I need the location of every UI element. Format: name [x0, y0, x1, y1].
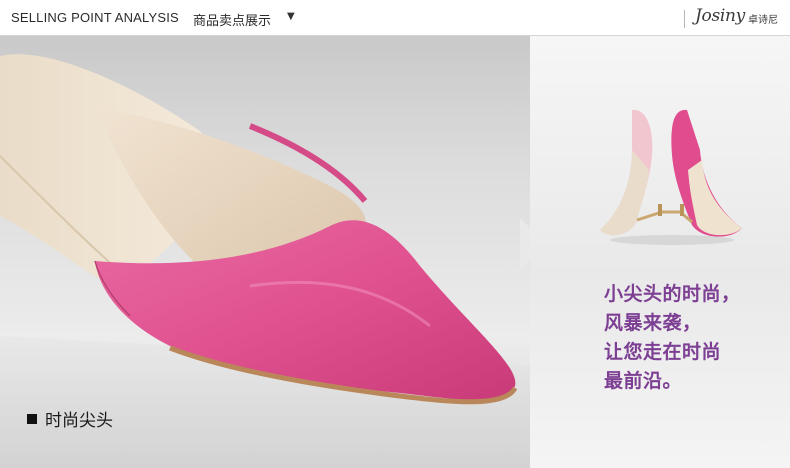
shoe-closeup-illustration: [0, 54, 545, 468]
black-square-icon: [27, 414, 37, 424]
section-title-cn[interactable]: 商品卖点展示: [193, 10, 271, 29]
promo-copy: 小尖头的时尚， 风暴来袭， 让您走在时尚 最前沿。: [604, 280, 741, 396]
product-page: SELLING POINT ANALYSIS 商品卖点展示 ▼ Josiny 卓…: [0, 0, 790, 468]
feature-caption: 时尚尖头: [27, 406, 113, 431]
promo-line: 风暴来袭，: [604, 312, 702, 334]
promo-line: 最前沿。: [604, 370, 683, 392]
promo-line: 小尖头的时尚，: [604, 283, 741, 305]
section-header: SELLING POINT ANALYSIS 商品卖点展示 ▼ Josiny 卓…: [0, 0, 790, 36]
brand-divider: [684, 10, 685, 28]
section-title-en: SELLING POINT ANALYSIS: [11, 10, 179, 25]
brand-logo: Josiny: [695, 6, 745, 26]
feature-caption-text: 时尚尖头: [45, 411, 113, 431]
shoe-pair-thumbnail: [600, 109, 742, 245]
triangle-down-icon[interactable]: ▼: [287, 11, 295, 22]
shoe-closeup-image: [0, 36, 545, 468]
brand-logo-cn: 卓诗尼: [748, 15, 778, 26]
promo-line: 让您走在时尚: [604, 341, 722, 363]
